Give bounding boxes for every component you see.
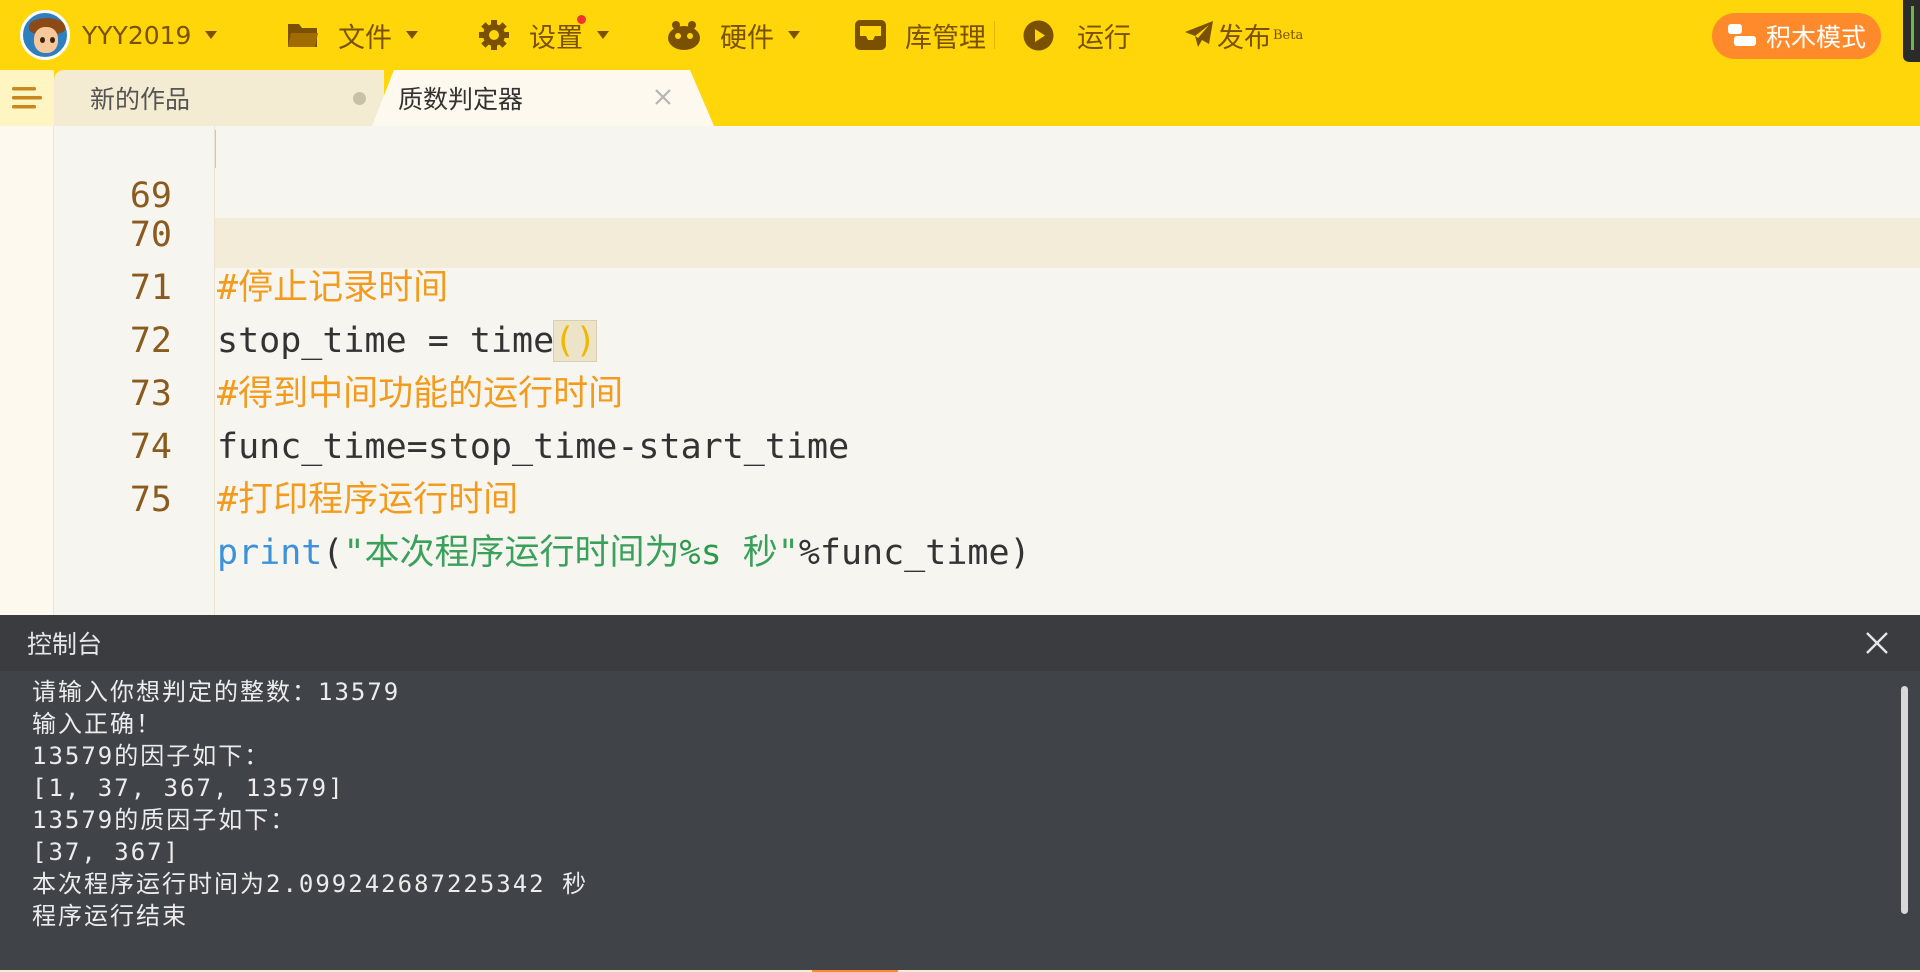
- file-menu-label: 文件: [338, 22, 392, 54]
- console-line: 本次程序运行时间为2.099242687225342 秒: [32, 870, 589, 898]
- console-line: [1, 37, 367, 13579]: [32, 774, 345, 802]
- top-toolbar: YYY2019 文件 设置 硬件 库管理 运行 发布 Beta 积木模式: [0, 0, 1920, 70]
- inbox-icon: [855, 20, 886, 50]
- block-mode-button[interactable]: 积木模式: [1712, 13, 1881, 59]
- blocks-icon: [1728, 24, 1756, 46]
- console-line: 输入正确！: [32, 710, 162, 738]
- console-output[interactable]: 请输入你想判定的整数：13579 输入正确！ 13579的因子如下： [1, 3…: [0, 671, 1920, 972]
- user-menu[interactable]: YYY2019: [20, 0, 218, 70]
- code-line[interactable]: 72 #得到中间功能的运行时间: [54, 262, 1904, 414]
- close-icon: [655, 89, 671, 105]
- code-string: 秒": [721, 533, 799, 573]
- console-line: 13579的质因子如下：: [32, 806, 297, 834]
- user-avatar[interactable]: [20, 10, 70, 60]
- code-text: %func_time): [798, 533, 1031, 573]
- run-menu-label: 运行: [1077, 22, 1131, 54]
- code-line[interactable]: 75 print("本次程序运行时间为%s 秒"%func_time): [54, 421, 1904, 573]
- code-string: "本次程序运行时间为: [343, 533, 680, 573]
- settings-menu-label: 设置: [529, 22, 583, 54]
- code-line[interactable]: 73 func_time=stop_time-start_time: [54, 315, 1904, 467]
- close-tab-button[interactable]: [648, 82, 678, 112]
- play-circle-icon: [1023, 20, 1054, 50]
- username: YYY2019: [82, 20, 192, 50]
- code-line-current[interactable]: 71 stop_time = time(): [54, 209, 1904, 362]
- code-comment: #打印程序运行时间: [217, 480, 519, 520]
- beta-badge: Beta: [1273, 27, 1304, 43]
- console-line: 程序运行结束: [32, 902, 188, 930]
- chevron-down-icon: [205, 31, 218, 39]
- chevron-down-icon: [597, 31, 609, 39]
- chevron-down-icon: [788, 31, 800, 39]
- close-icon: [1866, 632, 1888, 654]
- tab-label: 新的作品: [90, 85, 191, 114]
- console-scrollbar[interactable]: [1901, 686, 1908, 914]
- console-line: 请输入你想判定的整数：13579: [32, 678, 401, 706]
- editor-side-strip: [0, 126, 54, 615]
- library-manager-button[interactable]: 库管理: [855, 0, 986, 70]
- gear-icon: [479, 20, 509, 50]
- toolbar-divider: [994, 21, 995, 49]
- unsaved-dot-icon: [353, 92, 366, 105]
- robot-icon: [668, 21, 700, 50]
- tab-new-project[interactable]: 新的作品: [54, 70, 384, 126]
- tab-label: 质数判定器: [398, 85, 524, 114]
- notification-dot: [577, 15, 586, 24]
- code-builtin: print: [217, 533, 323, 573]
- menu-icon: [12, 87, 42, 109]
- code-line[interactable]: 74 #打印程序运行时间: [54, 368, 1904, 520]
- code-editor[interactable]: 69 70 #停止记录时间 71 stop_time = time() 72 #…: [0, 126, 1920, 615]
- code-format-spec: %s: [679, 533, 722, 573]
- tab-strip: 新的作品 质数判定器: [0, 70, 1920, 126]
- console-title: 控制台: [27, 630, 103, 659]
- console-close-button[interactable]: [1862, 628, 1892, 658]
- console-header: 控制台: [0, 615, 1920, 671]
- settings-menu[interactable]: 设置: [478, 0, 609, 70]
- tab-prime-checker[interactable]: 质数判定器: [398, 70, 678, 126]
- hardware-menu[interactable]: 硬件: [667, 0, 800, 70]
- file-menu[interactable]: 文件: [287, 0, 418, 70]
- run-menu-button[interactable]: 运行: [1023, 0, 1131, 70]
- console-line: [37, 367]: [32, 838, 181, 866]
- code-paren: (: [322, 533, 344, 573]
- paper-plane-icon: [1185, 21, 1213, 47]
- console-line: 13579的因子如下：: [32, 742, 271, 770]
- library-manager-label: 库管理: [905, 22, 986, 54]
- publish-label: 发布: [1217, 22, 1271, 54]
- sidebar-toggle-button[interactable]: [0, 70, 54, 126]
- block-mode-label: 积木模式: [1766, 23, 1867, 52]
- code-line[interactable]: 70 #停止记录时间: [54, 156, 1904, 308]
- folder-icon: [288, 24, 318, 47]
- publish-button[interactable]: 发布 Beta: [1184, 0, 1303, 70]
- side-panel-handle[interactable]: [1903, 0, 1920, 62]
- chevron-down-icon: [406, 31, 418, 39]
- line-number: 75: [129, 480, 172, 520]
- code-text: print("本次程序运行时间为%s 秒"%func_time): [217, 527, 1031, 580]
- hardware-menu-label: 硬件: [720, 22, 774, 54]
